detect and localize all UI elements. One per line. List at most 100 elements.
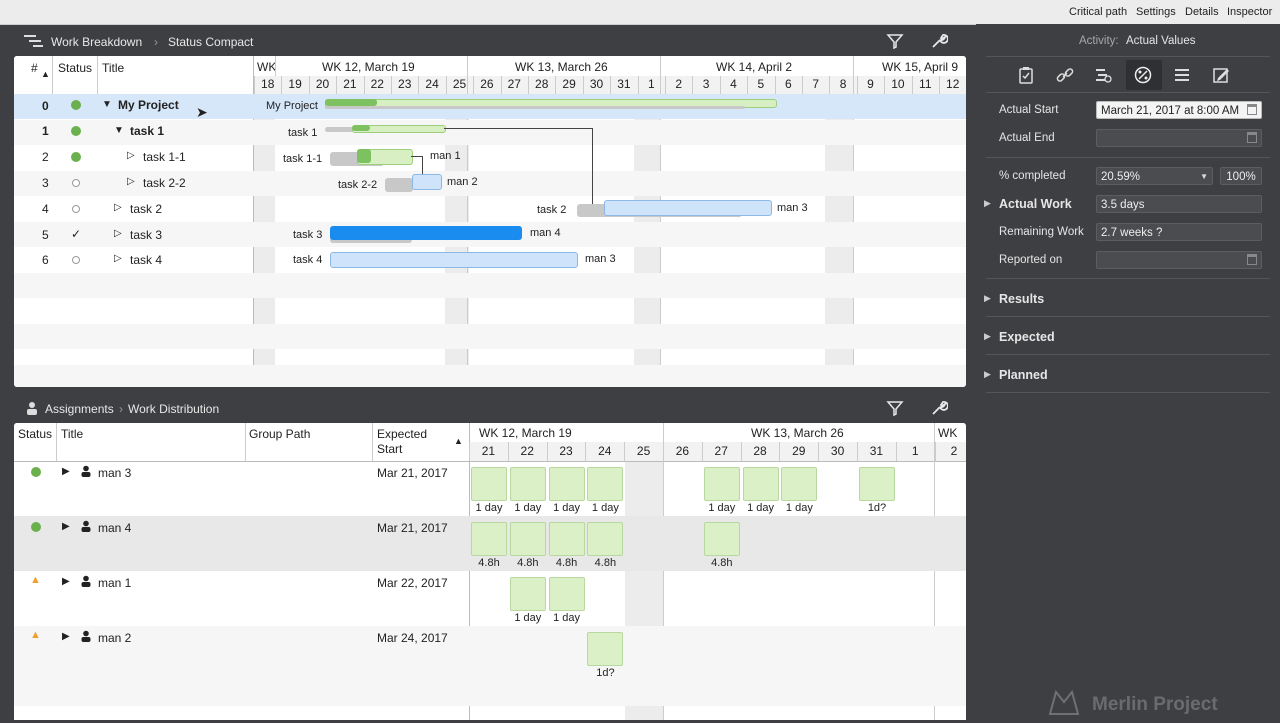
actual-work-label[interactable]: Actual Work (999, 197, 1072, 211)
filter-icon[interactable] (886, 399, 904, 417)
wrench-icon[interactable] (930, 399, 949, 417)
breadcrumb-work-breakdown[interactable]: Work Breakdown (51, 35, 142, 49)
workload-cell[interactable] (703, 522, 740, 556)
task-title[interactable]: task 1 (130, 124, 164, 138)
table-row[interactable] (14, 681, 966, 706)
assignment-title[interactable]: man 4 (98, 521, 131, 535)
assignment-title[interactable]: man 1 (98, 576, 131, 590)
task-bar[interactable] (604, 200, 772, 216)
workload-cell[interactable] (548, 577, 585, 611)
breadcrumb-assignments[interactable]: Assignments (45, 402, 114, 416)
actual-end-field[interactable] (1096, 129, 1262, 147)
percent-icon[interactable] (1134, 66, 1152, 84)
workload-cell[interactable] (587, 467, 624, 501)
actual-start-field[interactable]: March 21, 2017 at 8:00 AM (1096, 101, 1262, 119)
expand-triangle-icon[interactable]: ▶ (984, 198, 991, 209)
column-status[interactable]: Status (58, 61, 92, 75)
table-row[interactable] (14, 273, 966, 298)
task-bar-completed[interactable] (330, 226, 522, 240)
link-icon[interactable] (1056, 66, 1074, 84)
workload-cell[interactable] (859, 467, 895, 501)
table-row[interactable] (14, 365, 966, 387)
workload-cell[interactable] (471, 522, 507, 556)
collapse-triangle-icon[interactable]: ▼ (114, 125, 124, 136)
reported-on-field[interactable] (1096, 251, 1262, 269)
column-title[interactable]: Title (61, 427, 83, 441)
resource-icon[interactable] (1094, 66, 1112, 84)
column-group-path[interactable]: Group Path (249, 427, 310, 441)
day-divider (818, 442, 820, 461)
column-expected-start[interactable]: Expected Start (377, 427, 445, 457)
expand-triangle-icon[interactable]: ▶ (62, 521, 70, 532)
task-title[interactable]: task 2-2 (143, 176, 186, 190)
workload-cell[interactable] (548, 522, 585, 556)
workload-cell[interactable] (742, 467, 779, 501)
breadcrumb-work-distribution[interactable]: Work Distribution (128, 402, 219, 416)
week-label: WK 14, April 2 (716, 60, 793, 74)
expand-triangle-icon[interactable]: ▷ (114, 202, 122, 213)
workload-label: 1 day (475, 502, 503, 514)
edit-icon[interactable] (1212, 66, 1230, 84)
inspector-button[interactable]: Inspector (1227, 6, 1272, 18)
expand-triangle-icon[interactable]: ▶ (984, 331, 991, 342)
details-button[interactable]: Details (1185, 6, 1219, 18)
table-row[interactable] (14, 626, 966, 681)
inspector-panel: Activity: Actual Values Actual Start Mar… (976, 24, 1280, 720)
task-progress (357, 149, 371, 163)
critical-path-button[interactable]: Critical path (1069, 6, 1127, 18)
collapse-triangle-icon[interactable]: ▼ (102, 99, 112, 110)
workload-cell[interactable] (781, 467, 818, 501)
assignment-title[interactable]: man 2 (98, 631, 131, 645)
workload-cell[interactable] (703, 467, 740, 501)
remaining-work-field[interactable]: 2.7 weeks ? (1096, 223, 1262, 241)
workload-cell[interactable] (548, 467, 585, 501)
expand-triangle-icon[interactable]: ▷ (127, 176, 135, 187)
day-label: 20 (315, 77, 330, 91)
expand-triangle-icon[interactable]: ▷ (114, 253, 122, 264)
calendar-icon[interactable] (1247, 132, 1257, 143)
breadcrumb-status-compact[interactable]: Status Compact (168, 35, 253, 49)
filter-icon[interactable] (886, 32, 904, 50)
column-title[interactable]: Title (102, 61, 124, 75)
task-bar[interactable] (412, 174, 442, 190)
assignment-title[interactable]: man 3 (98, 466, 131, 480)
task-title[interactable]: task 4 (130, 253, 162, 267)
list-icon[interactable] (1173, 66, 1191, 84)
workload-cell[interactable] (471, 467, 507, 501)
task-title[interactable]: My Project (118, 98, 179, 112)
wrench-icon[interactable] (930, 32, 949, 50)
table-row[interactable] (14, 324, 966, 349)
workload-cell[interactable] (587, 522, 624, 556)
task-title[interactable]: task 2 (130, 202, 162, 216)
percent-100-button[interactable]: 100% (1220, 167, 1262, 185)
workload-cell[interactable] (509, 577, 546, 611)
workload-cell[interactable] (587, 632, 624, 666)
section-planned[interactable]: Planned (999, 368, 1048, 382)
task-title[interactable]: task 3 (130, 228, 162, 242)
settings-button[interactable]: Settings (1136, 6, 1176, 18)
expand-triangle-icon[interactable]: ▶ (62, 466, 70, 477)
expand-triangle-icon[interactable]: ▶ (984, 293, 991, 304)
expand-triangle-icon[interactable]: ▷ (114, 228, 122, 239)
bar-label: task 2-2 (338, 179, 378, 191)
day-divider (856, 76, 858, 94)
column-divider (245, 423, 246, 461)
column-status[interactable]: Status (18, 427, 52, 441)
expand-triangle-icon[interactable]: ▶ (984, 369, 991, 380)
workload-cell[interactable] (509, 522, 546, 556)
expand-triangle-icon[interactable]: ▷ (127, 150, 135, 161)
calendar-icon[interactable] (1247, 254, 1257, 265)
task-bar[interactable] (330, 252, 578, 268)
workload-cell[interactable] (509, 467, 546, 501)
top-toolbar: Critical path Settings Details Inspector (0, 0, 1280, 25)
actual-work-field[interactable]: 3.5 days (1096, 195, 1262, 213)
column-number[interactable]: # (31, 61, 38, 75)
calendar-icon[interactable] (1247, 104, 1257, 115)
clipboard-check-icon[interactable] (1017, 66, 1035, 84)
expand-triangle-icon[interactable]: ▶ (62, 576, 70, 587)
expand-triangle-icon[interactable]: ▶ (62, 631, 70, 642)
section-expected[interactable]: Expected (999, 330, 1055, 344)
task-title[interactable]: task 1-1 (143, 150, 186, 164)
section-results[interactable]: Results (999, 292, 1044, 306)
percent-completed-select[interactable]: 20.59% ▼ (1096, 167, 1213, 185)
